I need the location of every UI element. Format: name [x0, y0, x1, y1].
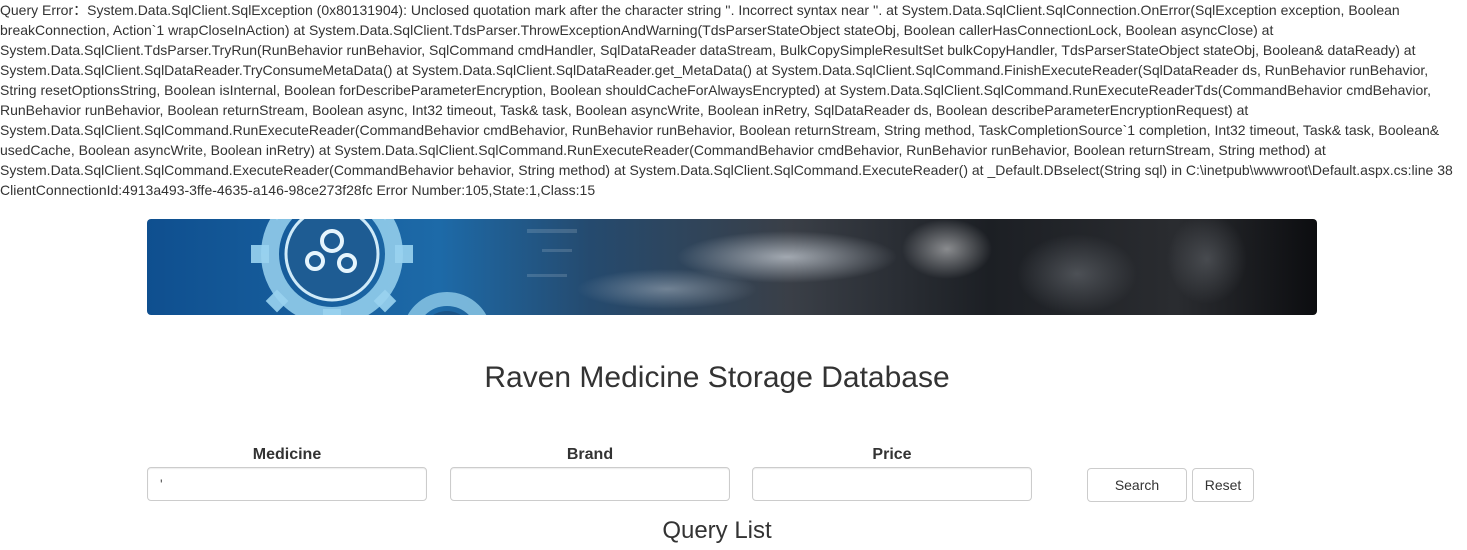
- medicine-label: Medicine: [252, 446, 322, 463]
- gear-icon: [251, 219, 413, 315]
- page-title: Raven Medicine Storage Database: [484, 361, 950, 394]
- brand-label: Brand: [566, 446, 614, 463]
- query-error-message: Query Error：System.Data.SqlClient.SqlExc…: [0, 2, 1453, 198]
- search-button[interactable]: Search: [1087, 468, 1187, 502]
- header-banner: [147, 219, 1317, 315]
- price-label: Price: [872, 446, 912, 463]
- reset-button[interactable]: Reset: [1192, 468, 1254, 502]
- banner-image: [147, 219, 1317, 315]
- query-list-title: Query List: [662, 517, 772, 544]
- medicine-input[interactable]: [147, 467, 427, 501]
- brand-input[interactable]: [450, 467, 730, 501]
- price-input[interactable]: [752, 467, 1032, 501]
